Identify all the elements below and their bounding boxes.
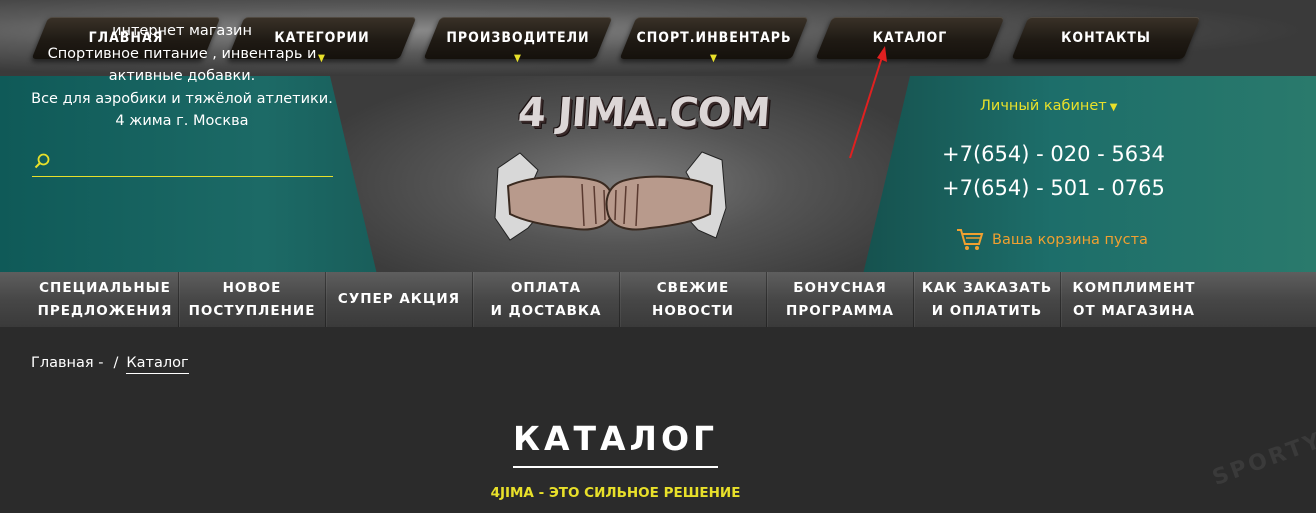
page-title: КАТАЛОГ bbox=[0, 419, 1231, 468]
fists-logo-image bbox=[494, 151, 727, 241]
cart-link[interactable]: Ваша корзина пуста bbox=[956, 228, 1148, 252]
account-link[interactable]: Личный кабинет ▼ bbox=[980, 98, 1117, 114]
cart-icon bbox=[957, 229, 984, 250]
phone-number: +7(654) - 501 - 0765 bbox=[942, 176, 1165, 200]
breadcrumb-home[interactable]: Главная - bbox=[31, 355, 103, 371]
subnav-super-sale[interactable]: СУПЕР АКЦИЯ bbox=[326, 272, 473, 327]
cart-status: Ваша корзина пуста bbox=[992, 232, 1148, 248]
shop-description-line: 4 жима г. Москва bbox=[115, 113, 249, 129]
breadcrumb: Главная - / Каталог bbox=[31, 355, 189, 374]
breadcrumb-separator: / bbox=[113, 355, 119, 371]
main-content: SPORTY Главная - / Каталог КАТАЛОГ 4JIMA -… bbox=[0, 327, 1316, 513]
phone-number: +7(654) - 020 - 5634 bbox=[942, 142, 1165, 166]
page-slogan: 4JIMA - ЭТО СИЛЬНОЕ РЕШЕНИЕ bbox=[490, 485, 741, 501]
site-logo[interactable]: 4 JIMA.COM bbox=[516, 90, 771, 136]
nav-tab-label: ПРОИЗВОДИТЕЛИ bbox=[446, 30, 590, 46]
subnav-special-offers[interactable]: СПЕЦИАЛЬНЫЕ ПРЕДЛОЖЕНИЯ bbox=[32, 272, 179, 327]
nav-tab-label: ГЛАВНАЯ bbox=[88, 30, 164, 46]
subnav-how-to-order[interactable]: КАК ЗАКАЗАТЬ И ОПЛАТИТЬ bbox=[914, 272, 1061, 327]
subnav-new-arrivals[interactable]: НОВОЕ ПОСТУПЛЕНИЕ bbox=[179, 272, 326, 327]
annotation-arrow bbox=[849, 46, 887, 159]
subnav-payment-delivery[interactable]: ОПЛАТА И ДОСТАВКА bbox=[473, 272, 620, 327]
shop-description-line: Все для аэробики и тяжёлой атлетики. bbox=[31, 90, 333, 107]
chevron-down-icon: ▼ bbox=[318, 53, 326, 64]
search-icon[interactable] bbox=[34, 153, 50, 169]
nav-tab-contacts[interactable]: КОНТАКТЫ bbox=[1020, 17, 1192, 59]
breadcrumb-current[interactable]: Каталог bbox=[126, 355, 189, 374]
search-input[interactable] bbox=[56, 150, 330, 176]
nav-tab-label: СПОРТ.ИНВЕНТАРЬ bbox=[636, 30, 792, 46]
nav-tab-manufacturers[interactable]: ПРОИЗВОДИТЕЛИ ▼ bbox=[432, 17, 604, 64]
chevron-down-icon: ▼ bbox=[514, 53, 522, 64]
chevron-down-icon: ▼ bbox=[710, 53, 718, 64]
subnav-bonus-program[interactable]: БОНУСНАЯ ПРОГРАММА bbox=[767, 272, 914, 327]
subnav-news[interactable]: СВЕЖИЕ НОВОСТИ bbox=[620, 272, 767, 327]
chevron-down-icon: ▼ bbox=[1109, 102, 1118, 113]
shop-description-line: активные добавки. bbox=[108, 68, 256, 84]
nav-tab-label: КОНТАКТЫ bbox=[1061, 30, 1151, 46]
nav-tab-sport-equipment[interactable]: СПОРТ.ИНВЕНТАРЬ ▼ bbox=[628, 17, 800, 64]
search-bar bbox=[32, 150, 333, 177]
nav-tab-label: КАТАЛОГ bbox=[872, 30, 948, 46]
page-title-text: КАТАЛОГ bbox=[512, 419, 719, 468]
subnav-store-gift[interactable]: КОМПЛИМЕНТ ОТ МАГАЗИНА bbox=[1061, 272, 1207, 327]
secondary-navigation: СПЕЦИАЛЬНЫЕ ПРЕДЛОЖЕНИЯ НОВОЕ ПОСТУПЛЕНИ… bbox=[0, 272, 1316, 327]
account-label: Личный кабинет bbox=[980, 98, 1107, 114]
nav-tab-label: КАТЕГОРИИ bbox=[274, 30, 370, 46]
